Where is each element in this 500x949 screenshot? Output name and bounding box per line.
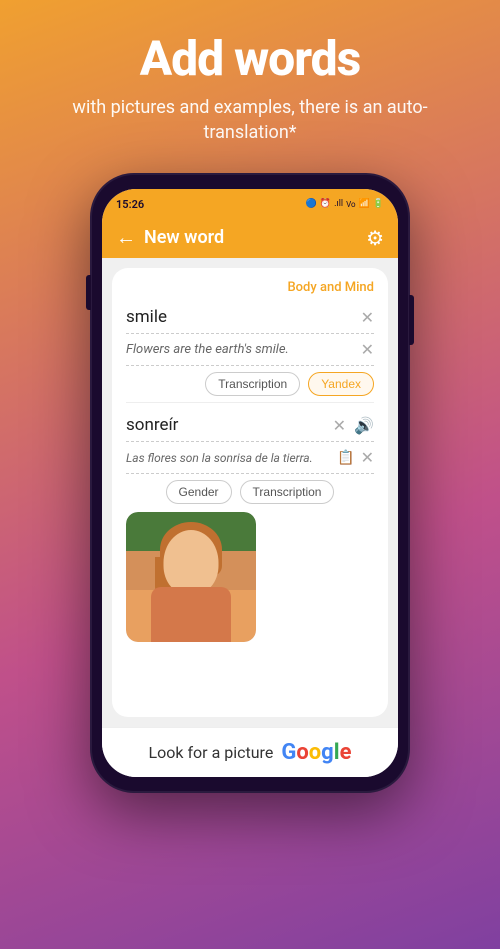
category-label[interactable]: Body and Mind — [126, 280, 374, 295]
word-card: Body and Mind smile ✕ Flowers are the ea… — [112, 268, 388, 717]
translation-input[interactable]: sonreír — [126, 415, 178, 435]
status-bar: 15:26 🔵 ⏰ .ıll Vo 📶 🔋 — [102, 189, 398, 217]
phone-screen: 15:26 🔵 ⏰ .ıll Vo 📶 🔋 ← New word ⚙ — [102, 189, 398, 777]
translation-example-row: Las flores son la sonrisa de la tierra. … — [126, 442, 374, 474]
word-row: smile ✕ — [126, 301, 374, 334]
google-g: G — [281, 740, 296, 765]
translation-left: sonreír — [126, 415, 178, 435]
translation-example-input[interactable]: Las flores son la sonrisa de la tierra. — [126, 451, 337, 465]
app-content: Body and Mind smile ✕ Flowers are the ea… — [102, 258, 398, 727]
translation-row: sonreír ✕ 🔊 — [126, 409, 374, 442]
phone-frame: 15:26 🔵 ⏰ .ıll Vo 📶 🔋 ← New word ⚙ — [90, 173, 410, 793]
yandex-button[interactable]: Yandex — [308, 372, 374, 396]
person-photo — [126, 512, 256, 642]
clear-translation-button[interactable]: ✕ — [333, 416, 346, 435]
transcription-button[interactable]: Transcription — [205, 372, 300, 396]
phone-mockup: 15:26 🔵 ⏰ .ıll Vo 📶 🔋 ← New word ⚙ — [90, 173, 410, 793]
header-left: ← New word — [116, 225, 224, 250]
google-bar-text: Look for a picture — [149, 743, 274, 762]
back-button[interactable]: ← — [116, 225, 136, 250]
bluetooth-icon: 🔵 — [306, 199, 317, 209]
action-buttons-row: Transcription Yandex — [126, 372, 374, 396]
google-o1: o — [296, 740, 308, 765]
gender-transcription-row: Gender Transcription — [126, 480, 374, 504]
google-g2: g — [321, 740, 334, 765]
screen-title: New word — [144, 227, 224, 248]
vo-icon: Vo — [346, 200, 355, 209]
hero-title: Add words — [140, 30, 361, 87]
divider — [126, 402, 374, 403]
settings-icon[interactable]: ⚙ — [366, 226, 384, 250]
clear-example-button[interactable]: ✕ — [361, 340, 374, 359]
wifi-icon: 📶 — [359, 199, 370, 209]
transcription2-button[interactable]: Transcription — [240, 480, 335, 504]
translation-example-icons: 📋 ✕ — [337, 448, 374, 467]
face — [164, 530, 219, 595]
gender-button[interactable]: Gender — [166, 480, 232, 504]
signal-icon: .ıll — [334, 199, 343, 209]
example-input[interactable]: Flowers are the earth's smile. — [126, 342, 289, 357]
google-search-bar[interactable]: Look for a picture Google — [102, 727, 398, 777]
body — [151, 587, 231, 642]
status-icons: 🔵 ⏰ .ıll Vo 📶 🔋 — [306, 199, 384, 209]
google-logo: Google — [281, 740, 351, 765]
google-o2: o — [309, 740, 321, 765]
status-time: 15:26 — [116, 198, 144, 211]
clear-translation-example-button[interactable]: ✕ — [361, 448, 374, 467]
copy-button[interactable]: 📋 — [337, 450, 354, 466]
clear-word-button[interactable]: ✕ — [361, 308, 374, 327]
google-e: e — [340, 740, 352, 765]
battery-icon: 🔋 — [373, 199, 384, 209]
word-image[interactable] — [126, 512, 256, 642]
app-header: ← New word ⚙ — [102, 217, 398, 258]
sound-button[interactable]: 🔊 — [354, 416, 374, 435]
alarm-icon: ⏰ — [320, 199, 331, 209]
word-input[interactable]: smile — [126, 307, 167, 327]
hero-subtitle: with pictures and examples, there is an … — [0, 95, 500, 145]
example-row: Flowers are the earth's smile. ✕ — [126, 334, 374, 366]
translation-actions: ✕ 🔊 — [333, 416, 374, 435]
